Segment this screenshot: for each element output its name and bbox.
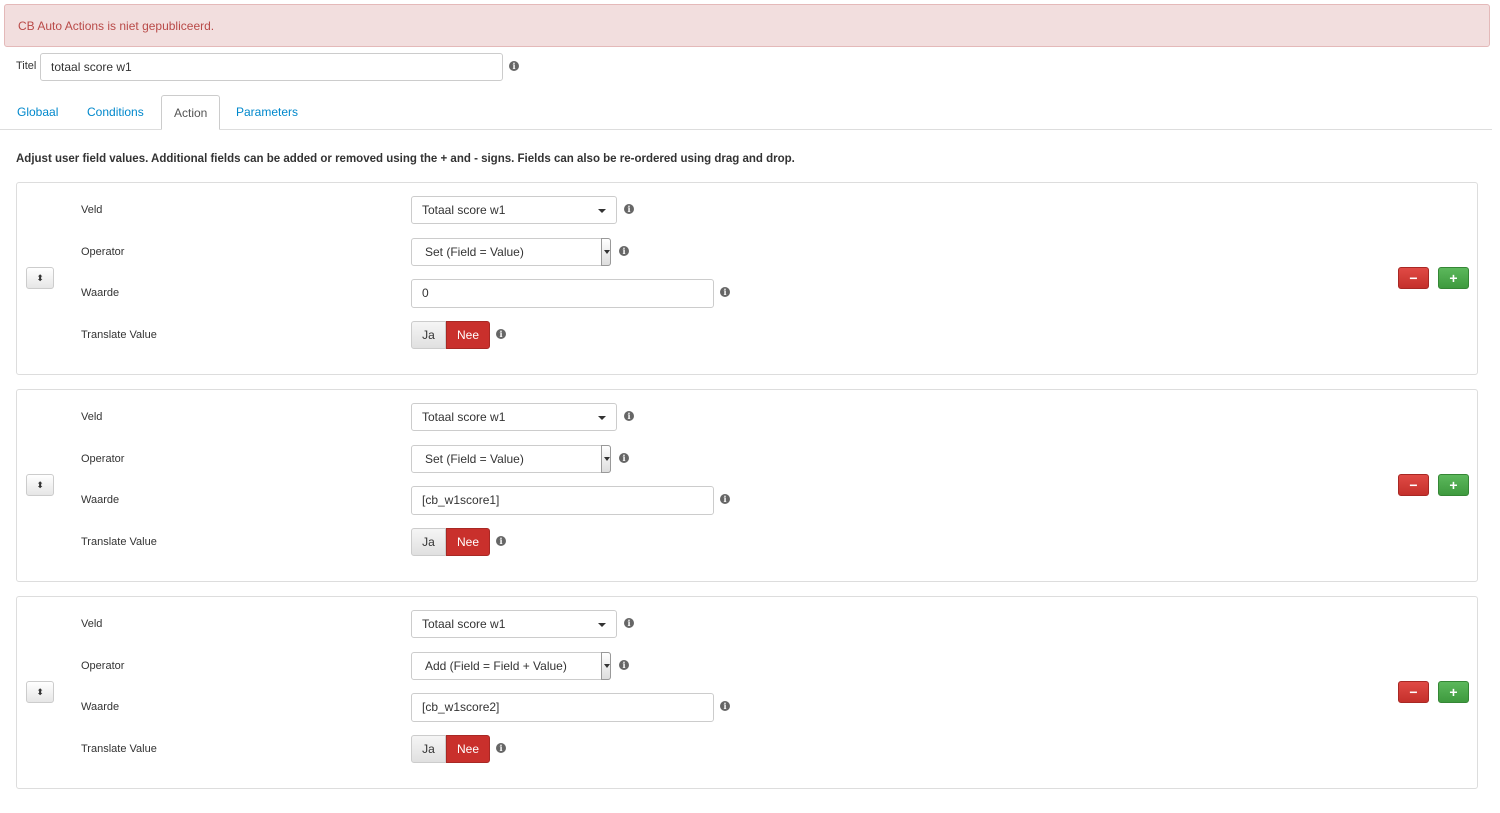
translate-value-toggle: Ja Nee (411, 735, 490, 763)
info-icon: i (624, 204, 634, 214)
drag-handle-icon[interactable]: ⬍ (26, 474, 54, 496)
drag-handle-icon[interactable]: ⬍ (26, 267, 54, 289)
translate-value-label: Translate Value (81, 536, 157, 548)
chevron-down-icon (598, 416, 606, 420)
chevron-down-icon (598, 209, 606, 213)
remove-row-button[interactable]: − (1398, 681, 1429, 703)
waarde-input[interactable]: 0 (411, 279, 714, 308)
nee-option[interactable]: Nee (446, 528, 490, 556)
remove-row-button[interactable]: − (1398, 474, 1429, 496)
operator-select-value: Set (Field = Value) (425, 245, 524, 259)
waarde-label: Waarde (81, 287, 120, 299)
add-row-button[interactable]: + (1438, 474, 1469, 496)
translate-value-label: Translate Value (81, 743, 157, 755)
chevron-down-icon (601, 652, 611, 680)
info-icon: i (720, 494, 730, 504)
info-icon: i (619, 660, 629, 670)
ja-option[interactable]: Ja (411, 321, 446, 349)
info-icon: i (720, 701, 730, 711)
veld-select-value: Totaal score w1 (422, 617, 506, 631)
chevron-down-icon (601, 238, 611, 266)
translate-value-toggle: Ja Nee (411, 528, 490, 556)
waarde-label: Waarde (81, 701, 120, 713)
drag-handle-icon[interactable]: ⬍ (26, 681, 54, 703)
operator-select[interactable]: Set (Field = Value) (411, 445, 611, 473)
info-icon: i (496, 743, 506, 753)
veld-select[interactable]: Totaal score w1 (411, 610, 617, 638)
tab-parameters[interactable]: Parameters (224, 95, 310, 129)
title-label: Titel (16, 60, 37, 72)
operator-select-value: Set (Field = Value) (425, 452, 524, 466)
nee-option[interactable]: Nee (446, 735, 490, 763)
action-row[interactable]: ⬍ Veld Totaal score w1 i Operator Add (F… (16, 596, 1478, 789)
info-icon: i (619, 246, 629, 256)
chevron-down-icon (598, 623, 606, 627)
tab-action[interactable]: Action (161, 95, 221, 130)
veld-select[interactable]: Totaal score w1 (411, 403, 617, 431)
info-icon: i (624, 411, 634, 421)
translate-value-toggle: Ja Nee (411, 321, 490, 349)
operator-label: Operator (81, 246, 125, 258)
ja-option[interactable]: Ja (411, 528, 446, 556)
info-icon: i (496, 536, 506, 546)
veld-select-value: Totaal score w1 (422, 203, 506, 217)
waarde-input[interactable]: [cb_w1score2] (411, 693, 714, 722)
operator-select[interactable]: Add (Field = Field + Value) (411, 652, 611, 680)
tab-conditions[interactable]: Conditions (75, 95, 156, 129)
operator-label: Operator (81, 453, 125, 465)
remove-row-button[interactable]: − (1398, 267, 1429, 289)
unpublished-alert: CB Auto Actions is niet gepubliceerd. (4, 4, 1490, 47)
info-icon: i (624, 618, 634, 628)
info-icon: i (496, 329, 506, 339)
title-input[interactable] (40, 53, 503, 81)
waarde-label: Waarde (81, 494, 120, 506)
tab-bar: Globaal Conditions Action Parameters (0, 95, 1492, 130)
info-icon: i (720, 287, 730, 297)
waarde-input[interactable]: [cb_w1score1] (411, 486, 714, 515)
tab-globaal[interactable]: Globaal (5, 95, 70, 129)
action-description: Adjust user field values. Additional fie… (16, 153, 795, 165)
veld-label: Veld (81, 618, 103, 630)
chevron-down-icon (601, 445, 611, 473)
ja-option[interactable]: Ja (411, 735, 446, 763)
operator-select[interactable]: Set (Field = Value) (411, 238, 611, 266)
veld-label: Veld (81, 204, 103, 216)
operator-label: Operator (81, 660, 125, 672)
action-row[interactable]: ⬍ Veld Totaal score w1 i Operator Set (F… (16, 182, 1478, 375)
translate-value-label: Translate Value (81, 329, 157, 341)
veld-label: Veld (81, 411, 103, 423)
add-row-button[interactable]: + (1438, 681, 1469, 703)
veld-select[interactable]: Totaal score w1 (411, 196, 617, 224)
nee-option[interactable]: Nee (446, 321, 490, 349)
info-icon: i (619, 453, 629, 463)
action-row[interactable]: ⬍ Veld Totaal score w1 i Operator Set (F… (16, 389, 1478, 582)
add-row-button[interactable]: + (1438, 267, 1469, 289)
info-icon: i (509, 61, 519, 71)
veld-select-value: Totaal score w1 (422, 410, 506, 424)
operator-select-value: Add (Field = Field + Value) (425, 659, 567, 673)
